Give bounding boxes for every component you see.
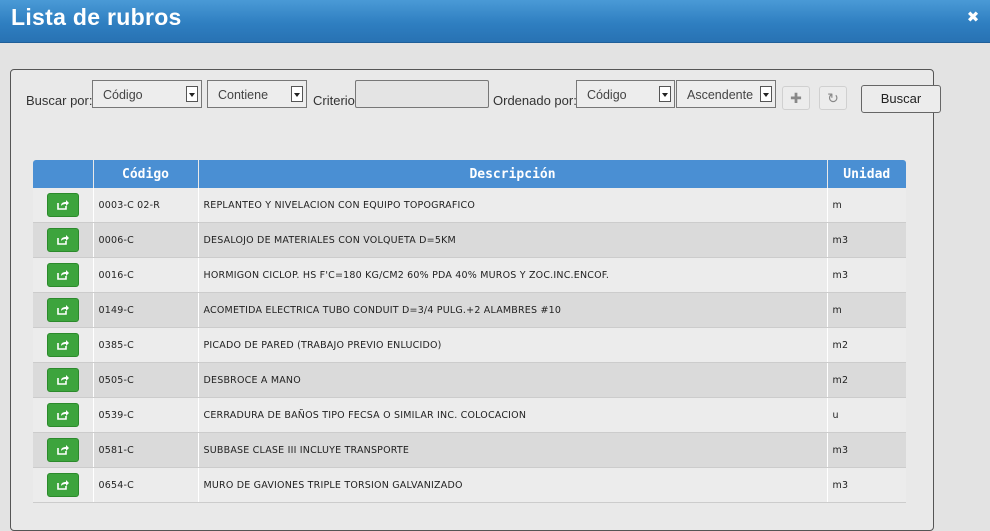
descripcion-cell: REPLANTEO Y NIVELACION CON EQUIPO TOPOGR… [197,188,827,223]
chevron-down-icon [760,86,772,102]
table-row[interactable]: 0006-C DESALOJO DE MATERIALES CON VOLQUE… [33,222,906,258]
table-row[interactable]: 0505-C DESBROCE A MANO m2 [33,362,906,398]
descripcion-cell: MURO DE GAVIONES TRIPLE TORSION GALVANIZ… [197,467,827,503]
chevron-down-icon [659,86,671,102]
buscar-por-value: Código [103,88,143,102]
select-row-button[interactable] [46,298,79,322]
codigo-cell: 0505-C [92,362,198,398]
unidad-cell: m2 [826,362,906,398]
row-action-cell [33,292,93,328]
condicion-select[interactable]: Contiene [207,80,307,108]
header-unidad[interactable]: Unidad [826,160,906,188]
share-icon [56,235,69,245]
unidad-cell: u [826,397,906,433]
search-panel: Buscar por: Código Contiene Criterio: Or… [10,69,941,531]
codigo-cell: 0654-C [92,467,198,503]
condicion-value: Contiene [218,88,269,102]
descripcion-cell: CERRADURA DE BAÑOS TIPO FECSA O SIMILAR … [197,397,827,433]
codigo-cell: 0539-C [92,397,198,433]
close-icon[interactable]: ✖ [966,8,980,26]
dialog-titlebar: Lista de rubros ✖ [0,0,990,43]
unidad-cell: m3 [826,467,906,503]
codigo-cell: 0581-C [92,432,198,468]
select-row-button[interactable] [46,193,79,217]
share-icon [56,445,69,455]
descripcion-cell: DESBROCE A MANO [197,362,827,398]
chevron-down-icon [291,86,303,102]
share-icon [56,200,69,210]
codigo-cell: 0006-C [92,222,198,258]
table-row[interactable]: 0385-C PICADO DE PARED (TRABAJO PREVIO E… [33,327,906,363]
rubros-table: Código Descripción Unidad 0003-C 02-R RE… [33,160,906,503]
table-row[interactable]: 0149-C ACOMETIDA ELECTRICA TUBO CONDUIT … [33,292,906,328]
descripcion-cell: DESALOJO DE MATERIALES CON VOLQUETA D=5K… [197,222,827,258]
descripcion-cell: HORMIGON CICLOP. HS F'C=180 KG/CM2 60% P… [197,257,827,293]
buscar-button[interactable]: Buscar [861,85,941,113]
codigo-cell: 0149-C [92,292,198,328]
select-row-button[interactable] [46,473,79,497]
descripcion-cell: ACOMETIDA ELECTRICA TUBO CONDUIT D=3/4 P… [197,292,827,328]
descripcion-cell: PICADO DE PARED (TRABAJO PREVIO ENLUCIDO… [197,327,827,363]
row-action-cell [33,432,93,468]
table-row[interactable]: 0003-C 02-R REPLANTEO Y NIVELACION CON E… [33,188,906,223]
codigo-cell: 0016-C [92,257,198,293]
criterio-label: Criterio: [313,93,359,108]
codigo-cell: 0385-C [92,327,198,363]
unidad-cell: m3 [826,222,906,258]
select-row-button[interactable] [46,333,79,357]
table-row[interactable]: 0581-C SUBBASE CLASE III INCLUYE TRANSPO… [33,432,906,468]
row-action-cell [33,397,93,433]
table-row[interactable]: 0016-C HORMIGON CICLOP. HS F'C=180 KG/CM… [33,257,906,293]
orden-select[interactable]: Ascendente [676,80,776,108]
plus-icon[interactable]: ✚ [782,86,810,110]
row-action-cell [33,467,93,503]
share-icon [56,375,69,385]
row-action-cell [33,362,93,398]
row-action-cell [33,188,93,223]
codigo-cell: 0003-C 02-R [92,188,198,223]
descripcion-cell: SUBBASE CLASE III INCLUYE TRANSPORTE [197,432,827,468]
select-row-button[interactable] [46,228,79,252]
unidad-cell: m [826,188,906,223]
share-icon [56,480,69,490]
buscar-por-select[interactable]: Código [92,80,202,108]
buscar-por-label: Buscar por: [26,93,93,108]
share-icon [56,305,69,315]
unidad-cell: m2 [826,327,906,363]
header-descripcion[interactable]: Descripción [197,160,827,188]
header-codigo[interactable]: Código [92,160,198,188]
share-icon [56,340,69,350]
share-icon [56,270,69,280]
ordenado-por-select[interactable]: Código [576,80,675,108]
row-action-cell [33,222,93,258]
refresh-icon[interactable]: ↻ [819,86,847,110]
row-action-cell [33,257,93,293]
share-icon [56,410,69,420]
ordenado-por-value: Código [587,88,627,102]
chevron-down-icon [186,86,198,102]
unidad-cell: m3 [826,257,906,293]
select-row-button[interactable] [46,438,79,462]
criterio-input[interactable] [355,80,489,108]
table-row[interactable]: 0539-C CERRADURA DE BAÑOS TIPO FECSA O S… [33,397,906,433]
table-row[interactable]: 0654-C MURO DE GAVIONES TRIPLE TORSION G… [33,467,906,503]
table-header-row: Código Descripción Unidad [33,160,906,188]
select-row-button[interactable] [46,368,79,392]
dialog-title: Lista de rubros [11,4,182,30]
orden-value: Ascendente [687,88,754,102]
select-row-button[interactable] [46,403,79,427]
row-action-cell [33,327,93,363]
unidad-cell: m [826,292,906,328]
ordenado-por-label: Ordenado por: [493,93,577,108]
select-row-button[interactable] [46,263,79,287]
unidad-cell: m3 [826,432,906,468]
header-action [33,160,93,188]
